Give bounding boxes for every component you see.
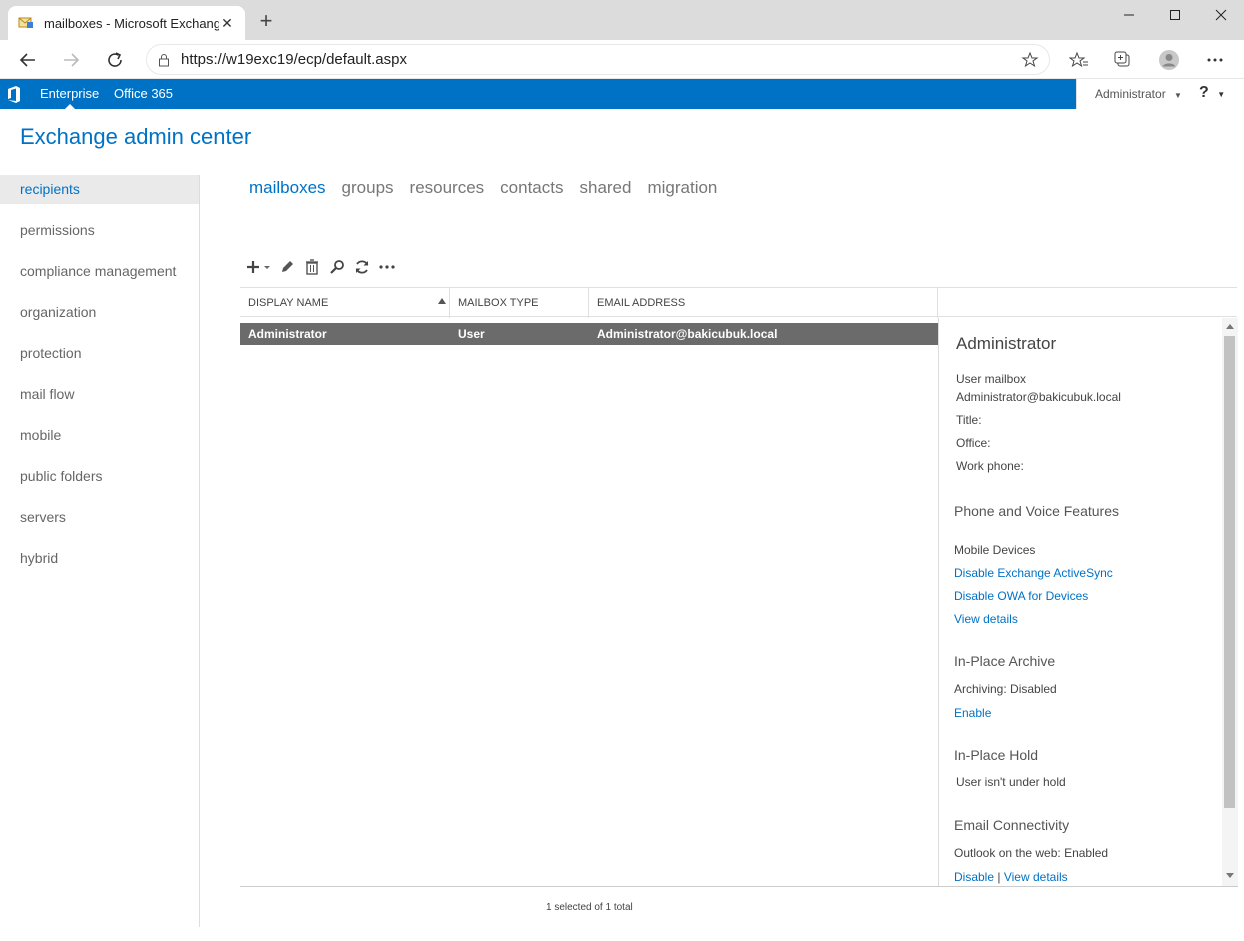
details-title-label: Title: (956, 413, 982, 427)
nav-item-organization[interactable]: organization (0, 298, 199, 339)
tab-groups[interactable]: groups (342, 178, 394, 198)
tab-resources[interactable]: resources (410, 178, 485, 198)
browser-tab[interactable]: mailboxes - Microsoft Exchange ✕ (8, 6, 245, 40)
refresh-list-icon[interactable] (350, 257, 374, 277)
more-options-icon[interactable] (1200, 45, 1230, 75)
details-pane: Administrator User mailbox Administrator… (939, 318, 1222, 886)
user-area: Administrator ▼ ? ▼ (1076, 79, 1244, 109)
office365-link[interactable]: Office 365 (114, 86, 173, 101)
back-icon[interactable] (13, 45, 43, 75)
scroll-up-icon[interactable] (1226, 324, 1234, 329)
column-divider (937, 288, 938, 318)
help-menu[interactable]: ? ▼ (1199, 84, 1225, 102)
archive-heading: In-Place Archive (954, 653, 1056, 669)
scroll-thumb[interactable] (1224, 336, 1235, 808)
forward-icon[interactable] (56, 45, 86, 75)
nav-item-protection[interactable]: protection (0, 339, 199, 380)
nav-item-permissions[interactable]: permissions (0, 216, 199, 257)
search-icon[interactable] (325, 257, 349, 277)
new-tab-icon[interactable]: + (254, 10, 278, 34)
owa-actions: Disable | View details (954, 870, 1068, 884)
column-divider (449, 288, 450, 318)
more-actions-icon[interactable] (375, 257, 399, 277)
hold-heading: In-Place Hold (954, 747, 1039, 763)
chevron-down-icon: ▼ (1174, 91, 1182, 100)
selection-status: 1 selected of 1 total (546, 902, 633, 913)
column-display-name[interactable]: DISPLAY NAME (248, 297, 328, 309)
exchange-favicon-icon (18, 16, 34, 30)
grid-bottom-border (240, 886, 1238, 887)
lock-icon[interactable] (147, 53, 181, 67)
column-mailbox-type[interactable]: MAILBOX TYPE (458, 297, 539, 309)
view-details-owa-link[interactable]: View details (1004, 870, 1068, 884)
edit-icon[interactable] (275, 257, 299, 277)
tab-shared[interactable]: shared (579, 178, 631, 198)
chevron-down-icon: ▼ (1217, 90, 1226, 99)
nav-item-mail-flow[interactable]: mail flow (0, 380, 199, 421)
details-email: Administrator@bakicubuk.local (956, 390, 1121, 404)
nav-item-mobile[interactable]: mobile (0, 421, 199, 462)
close-tab-icon[interactable]: ✕ (219, 15, 235, 32)
collections-icon[interactable] (1108, 45, 1138, 75)
nav-item-servers[interactable]: servers (0, 503, 199, 544)
enable-archive-link[interactable]: Enable (954, 706, 991, 720)
cell-display-name: Administrator (248, 327, 327, 341)
browser-tabstrip: mailboxes - Microsoft Exchange ✕ + (0, 0, 1244, 40)
help-icon: ? (1199, 84, 1209, 101)
profile-avatar-icon[interactable] (1154, 45, 1184, 75)
phone-voice-heading: Phone and Voice Features (954, 503, 1120, 519)
disable-owa-devices-link[interactable]: Disable OWA for Devices (954, 589, 1088, 603)
left-nav: recipients permissions compliance manage… (0, 175, 200, 927)
table-row[interactable]: Administrator User Administrator@bakicub… (240, 323, 938, 345)
page-title: Exchange admin center (20, 124, 252, 149)
nav-item-hybrid[interactable]: hybrid (0, 544, 199, 585)
nav-item-public-folders[interactable]: public folders (0, 462, 199, 503)
owa-status: Outlook on the web: Enabled (954, 846, 1109, 860)
delete-icon[interactable] (300, 257, 324, 277)
mobile-devices-label: Mobile Devices (954, 543, 1036, 557)
close-window-icon[interactable] (1198, 0, 1244, 30)
user-menu[interactable]: Administrator ▼ (1095, 87, 1182, 101)
tab-contacts[interactable]: contacts (500, 178, 563, 198)
tab-mailboxes[interactable]: mailboxes (249, 178, 326, 198)
disable-activesync-link[interactable]: Disable Exchange ActiveSync (954, 566, 1113, 580)
maximize-icon[interactable] (1152, 0, 1198, 30)
link-separator: | (997, 870, 1001, 884)
user-name: Administrator (1095, 87, 1166, 101)
action-toolbar (244, 257, 400, 277)
scroll-down-icon[interactable] (1226, 873, 1234, 878)
sort-ascending-icon[interactable] (438, 298, 446, 304)
browser-toolbar: https://w19exc19/ecp/default.aspx (0, 40, 1244, 79)
url-text: https://w19exc19/ecp/default.aspx (181, 51, 407, 68)
enterprise-link[interactable]: Enterprise (40, 86, 99, 109)
details-scrollbar[interactable] (1222, 318, 1238, 886)
email-connectivity-heading: Email Connectivity (954, 817, 1070, 833)
ecp-top-bar: Enterprise Office 365 Administrator ▼ ? … (0, 79, 1244, 109)
column-email-address[interactable]: EMAIL ADDRESS (597, 297, 685, 309)
refresh-icon[interactable] (100, 45, 130, 75)
nav-item-recipients[interactable]: recipients (0, 175, 199, 204)
details-mailbox-type: User mailbox (956, 372, 1027, 386)
tab-migration[interactable]: migration (647, 178, 717, 198)
office-logo-icon (6, 86, 22, 103)
view-details-link[interactable]: View details (954, 612, 1018, 626)
add-icon[interactable] (244, 257, 274, 277)
tab-title: mailboxes - Microsoft Exchange (44, 15, 219, 31)
recipient-tabs: mailboxes groups resources contacts shar… (249, 178, 733, 198)
archiving-status: Archiving: Disabled (954, 682, 1057, 696)
details-name: Administrator (956, 334, 1057, 353)
disable-owa-link[interactable]: Disable (954, 870, 994, 884)
cell-email-address: Administrator@bakicubuk.local (597, 327, 778, 341)
column-divider (588, 288, 589, 318)
details-work-phone-label: Work phone: (956, 459, 1024, 473)
hold-status: User isn't under hold (956, 775, 1066, 789)
grid-header: DISPLAY NAME MAILBOX TYPE EMAIL ADDRESS (240, 287, 1237, 318)
nav-item-compliance-management[interactable]: compliance management (0, 257, 199, 298)
details-office-label: Office: (956, 436, 991, 450)
add-favorite-icon[interactable] (1021, 51, 1039, 74)
cell-mailbox-type: User (458, 327, 485, 341)
minimize-icon[interactable] (1106, 0, 1152, 30)
favorites-icon[interactable] (1064, 45, 1094, 75)
address-bar[interactable]: https://w19exc19/ecp/default.aspx (146, 44, 1050, 75)
